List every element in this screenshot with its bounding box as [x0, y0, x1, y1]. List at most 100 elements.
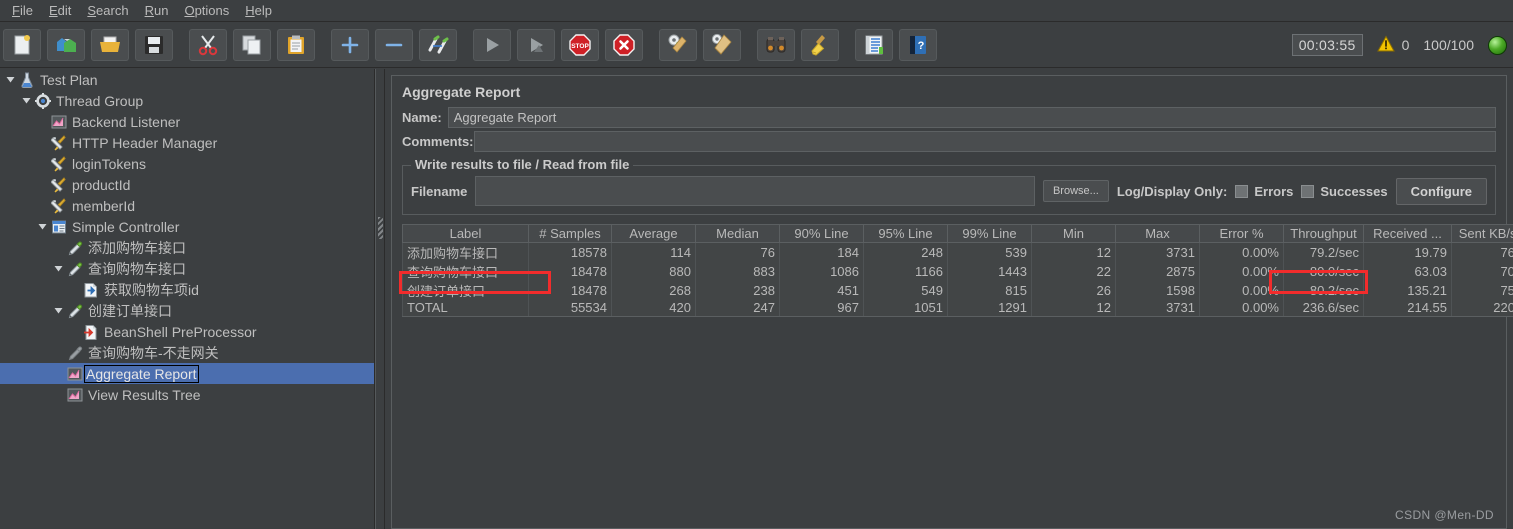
start-button[interactable]: [473, 28, 511, 61]
tree-node-11[interactable]: 创建订单接口: [0, 300, 374, 321]
tree-node-1[interactable]: Thread Group: [0, 90, 374, 111]
stop-button[interactable]: STOP: [561, 28, 599, 61]
chevron-down-icon[interactable]: [20, 95, 33, 106]
menu-edit[interactable]: Edit: [41, 1, 79, 20]
tree-node-3[interactable]: HTTP Header Manager: [0, 132, 374, 153]
table-cell: 18478: [528, 281, 612, 300]
menu-help[interactable]: Help: [237, 1, 280, 20]
comments-row: Comments:: [402, 131, 1496, 152]
shutdown-button[interactable]: [605, 28, 643, 61]
table-column-header[interactable]: Received ...: [1363, 224, 1452, 243]
errors-checkbox-label: Errors: [1254, 183, 1294, 199]
clear-all-button[interactable]: [703, 28, 741, 61]
chevron-down-icon[interactable]: [36, 221, 49, 232]
tree-node-6[interactable]: memberId: [0, 195, 374, 216]
menu-search[interactable]: Search: [79, 1, 136, 20]
test-plan-tree[interactable]: Test Plan Thread Group Backend Listener HTT…: [0, 69, 375, 529]
tree-node-13[interactable]: 查询购物车-不走网关: [0, 342, 374, 363]
tree-node-14[interactable]: Aggregate Report: [0, 363, 374, 384]
comments-input[interactable]: [473, 131, 1496, 152]
table-column-header[interactable]: Max: [1115, 224, 1200, 243]
play-icon: [481, 34, 503, 56]
search-button[interactable]: [757, 28, 795, 61]
filename-input[interactable]: [475, 176, 1035, 206]
collapse-all-button[interactable]: [375, 28, 413, 61]
open-button[interactable]: [91, 28, 129, 61]
table-cell: 1166: [863, 262, 948, 281]
table-cell: 3731: [1115, 300, 1200, 317]
reset-search-button[interactable]: [801, 28, 839, 61]
table-row[interactable]: 查询购物车接口 18478 880 883 1086 1166 1443 22 2875 0.00…: [402, 262, 1513, 281]
table-cell: 236.6/sec: [1283, 300, 1364, 317]
successes-checkbox[interactable]: Successes: [1301, 184, 1388, 199]
table-cell: 70.68: [1451, 262, 1513, 281]
errors-checkbox-box[interactable]: [1235, 184, 1249, 198]
table-column-header[interactable]: Sent KB/sec: [1451, 224, 1513, 243]
help-button[interactable]: ?: [899, 28, 937, 61]
save-button[interactable]: [135, 28, 173, 61]
cut-button[interactable]: [189, 28, 227, 61]
config-tools-icon: [49, 134, 69, 151]
config-tools-icon: [49, 197, 69, 214]
table-column-header[interactable]: Error %: [1199, 224, 1284, 243]
table-column-header[interactable]: Median: [695, 224, 780, 243]
aggregate-report-table[interactable]: Label # Samples Average Median 90% Line 95% L…: [402, 224, 1513, 317]
http-sampler-icon: [65, 240, 85, 256]
tree-node-5[interactable]: productId: [0, 174, 374, 195]
clear-button[interactable]: [659, 28, 697, 61]
paste-button[interactable]: [277, 28, 315, 61]
tree-node-label: Simple Controller: [72, 218, 180, 235]
table-cell: 63.03: [1363, 262, 1452, 281]
toggle-button[interactable]: [419, 28, 457, 61]
menu-file[interactable]: File: [4, 1, 41, 20]
tree-node-15[interactable]: View Results Tree: [0, 384, 374, 405]
errors-checkbox[interactable]: Errors: [1235, 184, 1293, 199]
table-column-header[interactable]: 90% Line: [779, 224, 864, 243]
new-button[interactable]: [3, 28, 41, 61]
tree-node-8[interactable]: 添加购物车接口: [0, 237, 374, 258]
tree-node-12[interactable]: BeanShell PreProcessor: [0, 321, 374, 342]
table-cell-label: 添加购物车接口: [402, 242, 529, 262]
name-input[interactable]: [447, 107, 1496, 128]
table-column-header[interactable]: # Samples: [528, 224, 612, 243]
table-column-header[interactable]: Label: [402, 224, 529, 243]
table-column-header[interactable]: 95% Line: [863, 224, 948, 243]
tree-node-4[interactable]: loginTokens: [0, 153, 374, 174]
tree-node-10[interactable]: 获取购物车项id: [0, 279, 374, 300]
tree-node-7[interactable]: Simple Controller: [0, 216, 374, 237]
tree-node-label: productId: [72, 176, 131, 193]
toolbar-separator-4: [646, 29, 656, 61]
function-helper-button[interactable]: [855, 28, 893, 61]
table-column-header[interactable]: Average: [611, 224, 696, 243]
configure-button[interactable]: Configure: [1395, 177, 1487, 205]
warning-indicator[interactable]: 0: [1376, 34, 1409, 56]
start-no-pauses-button[interactable]: [517, 28, 555, 61]
split-divider-grip[interactable]: [378, 217, 383, 239]
tree-node-0[interactable]: Test Plan: [0, 69, 374, 90]
table-column-header[interactable]: Throughput: [1283, 224, 1364, 243]
chevron-down-icon[interactable]: [4, 74, 17, 85]
templates-button[interactable]: [47, 28, 85, 61]
table-row[interactable]: TOTAL 55534 420 247 967 1051 1291 12 3731 0.00% 23…: [402, 300, 1513, 317]
table-row[interactable]: 创建订单接口 18478 268 238 451 549 815 26 1598 0.00% 80.…: [402, 281, 1513, 300]
table-row[interactable]: 添加购物车接口 18578 114 76 184 248 539 12 3731 0.00% 79.…: [402, 242, 1513, 262]
warning-triangle-icon: [1376, 34, 1395, 56]
tree-node-2[interactable]: Backend Listener: [0, 111, 374, 132]
split-divider[interactable]: [375, 69, 385, 529]
menu-options[interactable]: Options: [176, 1, 237, 20]
successes-checkbox-box[interactable]: [1301, 184, 1315, 198]
listener-chart-icon: [49, 114, 69, 130]
tree-node-9[interactable]: 查询购物车接口: [0, 258, 374, 279]
browse-button[interactable]: Browse...: [1042, 180, 1109, 202]
table-cell: 967: [779, 300, 864, 317]
chevron-down-icon[interactable]: [52, 305, 65, 316]
tree-node-label: Backend Listener: [72, 113, 181, 130]
chevron-down-icon[interactable]: [52, 263, 65, 274]
table-column-header[interactable]: Min: [1031, 224, 1116, 243]
table-column-header[interactable]: 99% Line: [947, 224, 1032, 243]
config-tools-icon: [49, 155, 69, 172]
copy-button[interactable]: [233, 28, 271, 61]
new-document-icon: [11, 34, 33, 56]
menu-run[interactable]: Run: [137, 1, 177, 20]
expand-all-button[interactable]: [331, 28, 369, 61]
